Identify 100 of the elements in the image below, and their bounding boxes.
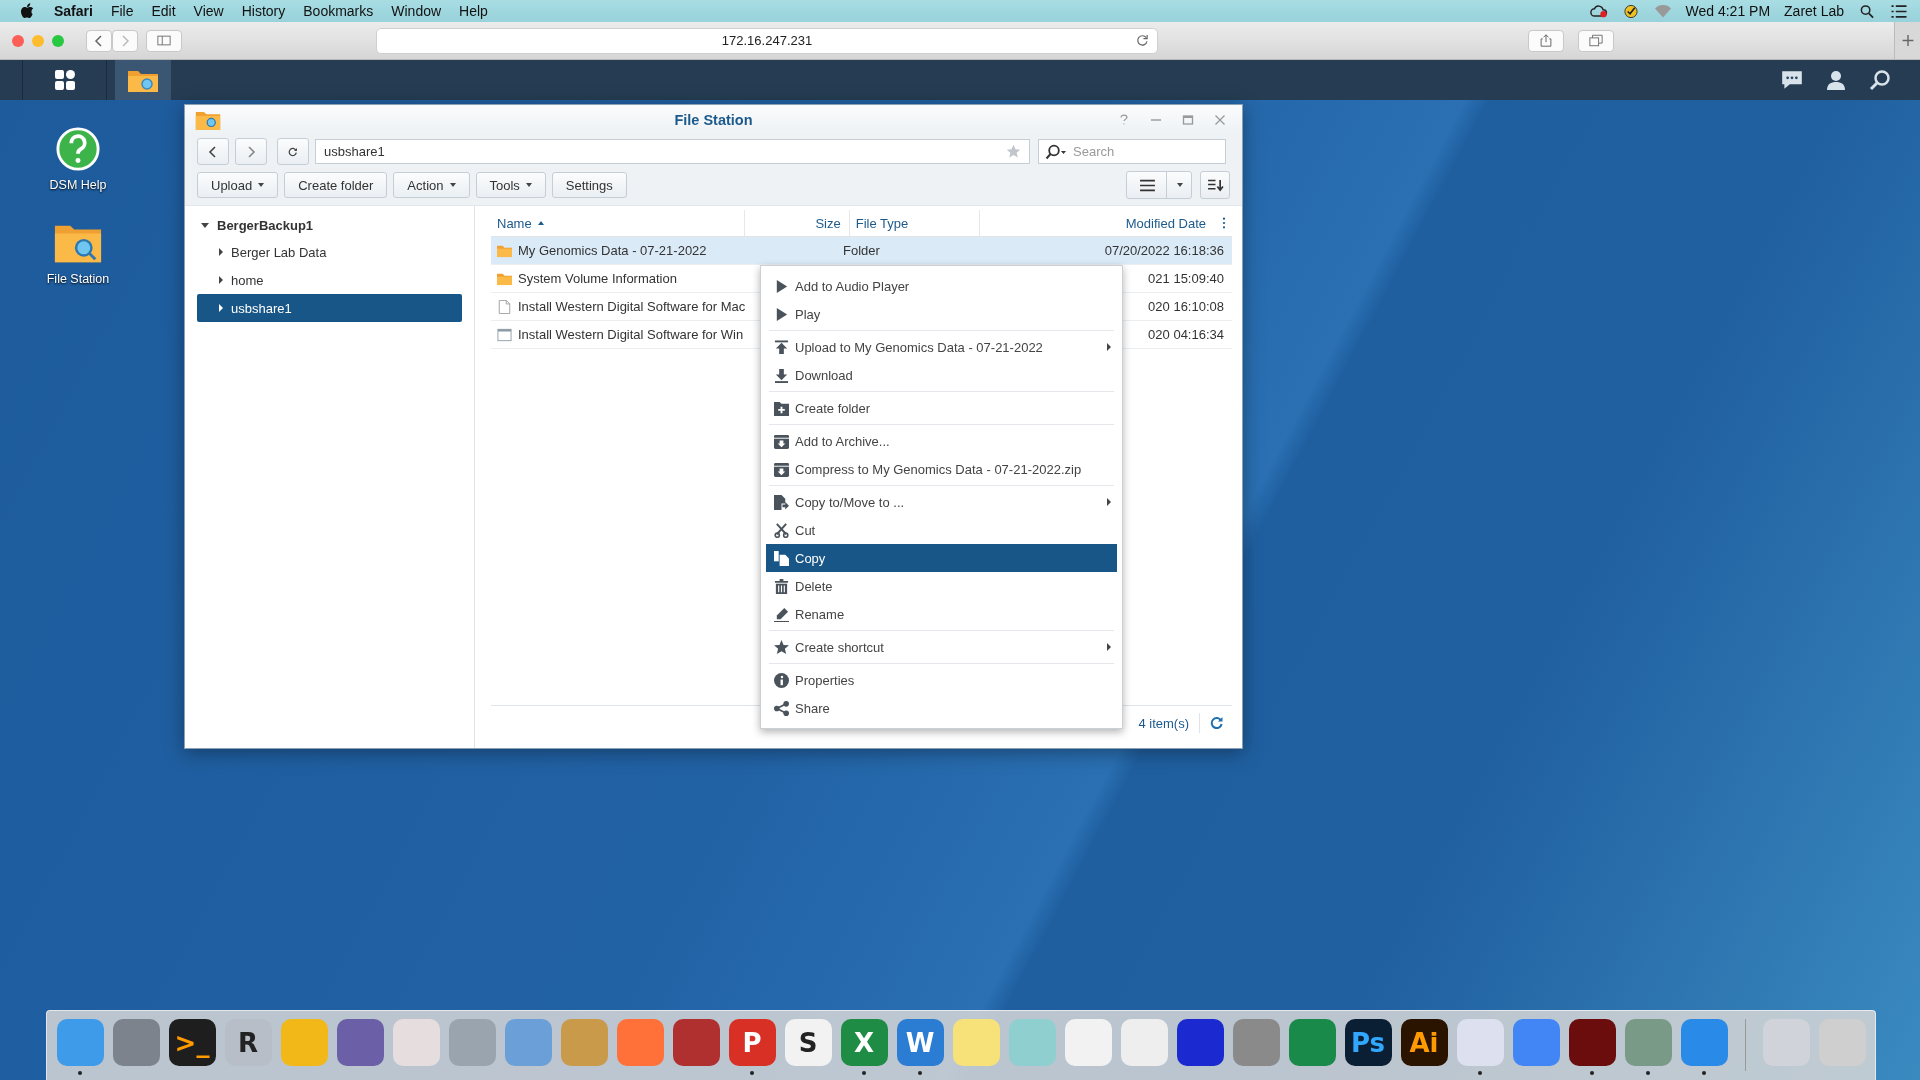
desktop-icon-label[interactable]: DSM Help bbox=[49, 178, 107, 192]
user-icon[interactable] bbox=[1824, 69, 1848, 91]
column-menu-icon[interactable] bbox=[1222, 217, 1226, 229]
menu-item[interactable]: Play bbox=[766, 300, 1117, 328]
menu-item[interactable]: Help bbox=[459, 3, 488, 19]
menu-item[interactable]: Upload to My Genomics Data - 07-21-2022 bbox=[766, 333, 1117, 361]
menu-item[interactable]: Compress to My Genomics Data - 07-21-2022.zip bbox=[766, 455, 1117, 483]
menu-item[interactable]: Rename bbox=[766, 600, 1117, 628]
menu-item[interactable]: Cut bbox=[766, 516, 1117, 544]
menu-item[interactable]: View bbox=[193, 3, 224, 19]
menu-item[interactable]: Properties bbox=[766, 666, 1117, 694]
menu-item[interactable]: Share bbox=[766, 694, 1117, 722]
search-field[interactable]: Search bbox=[1038, 139, 1226, 164]
zoom-button[interactable] bbox=[52, 34, 64, 47]
modified-date: 020 04:16:34 bbox=[1148, 327, 1224, 342]
check-icon[interactable] bbox=[1621, 3, 1640, 19]
app-icon[interactable]: R bbox=[224, 1019, 272, 1066]
sort-icon bbox=[1206, 178, 1224, 192]
app-icon[interactable] bbox=[336, 1019, 384, 1066]
search-icon[interactable] bbox=[1858, 3, 1876, 19]
file-station-taskbar-button[interactable] bbox=[115, 60, 171, 100]
expand-arrow-icon[interactable] bbox=[201, 222, 209, 228]
forward-button[interactable] bbox=[112, 29, 138, 52]
toolbar-button[interactable]: Settings bbox=[551, 172, 627, 198]
modified-date: 07/20/2022 16:18:36 bbox=[1104, 243, 1224, 258]
menu-item[interactable]: File bbox=[110, 3, 134, 19]
column-header[interactable]: Size bbox=[743, 210, 850, 236]
chat-icon[interactable] bbox=[1780, 69, 1804, 91]
desktop-icon-label[interactable]: File Station bbox=[46, 272, 110, 286]
wifi-icon[interactable] bbox=[1653, 3, 1672, 19]
share-button[interactable] bbox=[1528, 29, 1564, 52]
sort-arrow-icon bbox=[537, 221, 544, 225]
tree-item[interactable]: Berger Lab Data bbox=[197, 238, 462, 266]
list-icon[interactable] bbox=[1890, 3, 1908, 19]
close-icon[interactable] bbox=[1214, 114, 1226, 126]
path-field[interactable]: usbshare1 bbox=[315, 139, 1030, 164]
view-mode-button[interactable] bbox=[1126, 171, 1192, 199]
menu-item[interactable]: Delete bbox=[766, 572, 1117, 600]
menu-item[interactable]: Add to Archive... bbox=[766, 427, 1117, 455]
menu-clock[interactable]: Wed 4:21 PM bbox=[1685, 3, 1771, 19]
app-icon[interactable]: X bbox=[840, 1019, 888, 1066]
toolbar-button[interactable]: Action bbox=[393, 172, 470, 198]
main-menu-button[interactable] bbox=[22, 60, 107, 100]
toolbar-button[interactable]: Upload bbox=[197, 172, 279, 198]
menu-item[interactable]: Window bbox=[391, 3, 442, 19]
app-icon[interactable]: S bbox=[784, 1019, 832, 1066]
file-name: System Volume Information bbox=[518, 271, 677, 286]
toolbar-button[interactable]: Create folder bbox=[284, 172, 388, 198]
app-icon[interactable]: >_ bbox=[168, 1019, 216, 1066]
sort-button[interactable] bbox=[1200, 171, 1230, 199]
forward-button[interactable] bbox=[235, 138, 267, 165]
toolbar-button[interactable]: Tools bbox=[475, 172, 546, 198]
app-icon[interactable]: Ai bbox=[1400, 1019, 1448, 1066]
tree-item[interactable]: usbshare1 bbox=[197, 294, 462, 322]
menu-item[interactable]: Create folder bbox=[766, 394, 1117, 422]
modified-date: 020 16:10:08 bbox=[1148, 299, 1224, 314]
menu-item[interactable]: Add to Audio Player bbox=[766, 272, 1117, 300]
app-icon[interactable]: W bbox=[896, 1019, 944, 1066]
back-button[interactable] bbox=[197, 138, 229, 165]
column-header[interactable]: Modified Date bbox=[979, 215, 1214, 231]
menu-item[interactable]: Create shortcut bbox=[766, 633, 1117, 661]
tree-item[interactable]: home bbox=[197, 266, 462, 294]
file-name: My Genomics Data - 07-21-2022 bbox=[518, 243, 707, 258]
scissors-icon bbox=[774, 522, 789, 538]
menu-item[interactable]: Edit bbox=[151, 3, 176, 19]
apple-icon[interactable] bbox=[20, 3, 34, 19]
help-icon[interactable] bbox=[53, 126, 103, 172]
back-button[interactable] bbox=[86, 29, 112, 52]
sidebar-button[interactable] bbox=[146, 29, 182, 52]
refresh-icon[interactable] bbox=[1210, 716, 1224, 730]
search-icon[interactable] bbox=[1045, 144, 1067, 160]
upload-icon bbox=[774, 339, 789, 355]
minimize-button[interactable] bbox=[32, 34, 44, 47]
menu-item[interactable]: Copy to/Move to ... bbox=[766, 488, 1117, 516]
app-icon[interactable] bbox=[672, 1019, 720, 1066]
app-icon[interactable]: P bbox=[728, 1019, 776, 1066]
cloud-icon[interactable] bbox=[1589, 3, 1608, 19]
app-menu[interactable]: Safari bbox=[54, 3, 93, 19]
app-icon[interactable] bbox=[1176, 1019, 1224, 1066]
menu-item[interactable]: Download bbox=[766, 361, 1117, 389]
menu-item[interactable]: History bbox=[241, 3, 286, 19]
column-header[interactable]: File Type bbox=[849, 210, 980, 236]
tree-item[interactable]: BergerBackup1 bbox=[217, 217, 314, 233]
search-icon[interactable] bbox=[1868, 69, 1892, 91]
user-name[interactable]: Zaret Lab bbox=[1784, 3, 1844, 19]
reload-icon[interactable] bbox=[1136, 34, 1149, 47]
address-field[interactable]: 172.16.247.231 bbox=[376, 27, 1158, 54]
window-title: File Station bbox=[673, 112, 754, 128]
maximize-icon[interactable] bbox=[1182, 114, 1194, 126]
tabs-button[interactable] bbox=[1578, 29, 1614, 52]
file-row[interactable]: My Genomics Data - 07-21-2022 Folder 07/20/2022 16:18:36 bbox=[491, 237, 1232, 265]
play-icon bbox=[774, 306, 789, 322]
star-icon[interactable] bbox=[1006, 144, 1021, 159]
close-button[interactable] bbox=[12, 34, 24, 47]
column-header[interactable]: Name bbox=[491, 215, 538, 231]
app-icon[interactable] bbox=[1568, 1019, 1616, 1066]
app-icon[interactable]: Ps bbox=[1344, 1019, 1392, 1066]
refresh-button[interactable] bbox=[277, 138, 309, 165]
menu-item[interactable]: Copy bbox=[766, 544, 1117, 572]
menu-item[interactable]: Bookmarks bbox=[303, 3, 374, 19]
